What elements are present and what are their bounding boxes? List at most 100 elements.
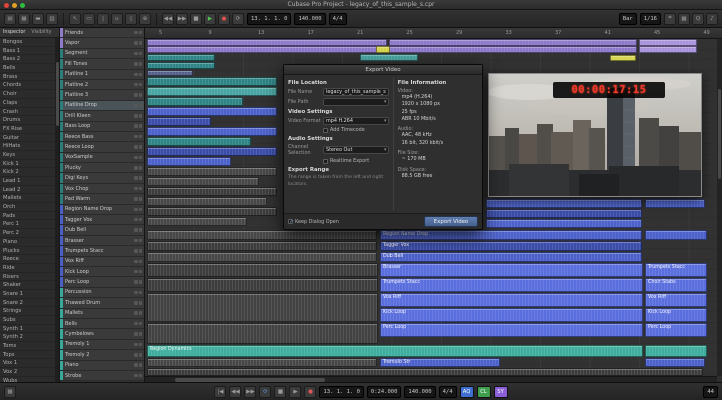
track-row[interactable]: Flatline 2: [60, 79, 144, 91]
solo-button[interactable]: [138, 269, 142, 274]
track-row[interactable]: Brasser: [60, 235, 144, 247]
arrange-event[interactable]: Perc Loop: [380, 323, 643, 337]
solo-button[interactable]: [138, 82, 142, 87]
arrange-event[interactable]: [645, 358, 705, 367]
arrange-event[interactable]: [147, 46, 387, 53]
record-button[interactable]: ●: [304, 385, 317, 398]
mute-button[interactable]: [134, 332, 138, 336]
arrange-event[interactable]: [147, 127, 277, 136]
track-row[interactable]: Flatline 1: [60, 69, 144, 80]
grid-type-display[interactable]: 1/16: [639, 12, 661, 25]
arrange-event[interactable]: [147, 117, 211, 126]
arrange-event[interactable]: [147, 293, 378, 322]
arrange-event[interactable]: [147, 252, 377, 262]
mute-button[interactable]: [134, 93, 138, 97]
mute-button[interactable]: [134, 249, 138, 253]
range-select-tool-icon[interactable]: ▭: [83, 12, 95, 25]
stop-icon[interactable]: ■: [190, 12, 202, 25]
solo-button[interactable]: [138, 280, 142, 284]
mute-button[interactable]: [134, 217, 138, 222]
arrange-event[interactable]: [610, 55, 636, 61]
arrange-event[interactable]: Tagger Vox: [380, 241, 642, 251]
track-row[interactable]: Segment: [60, 48, 144, 60]
mute-button[interactable]: [134, 41, 138, 45]
track-row[interactable]: Dub Bell: [60, 225, 144, 236]
track-row[interactable]: Fill Tones: [60, 59, 144, 70]
inspector-item[interactable]: Perc 1: [0, 220, 55, 230]
inspector-item[interactable]: Crash: [0, 108, 55, 117]
inspector-item[interactable]: Brass: [0, 73, 55, 82]
track-row[interactable]: Tremoly 2: [60, 350, 144, 361]
transport-tempo-display[interactable]: 140.000: [404, 385, 436, 398]
arrange-event[interactable]: [147, 241, 377, 251]
arrange-event[interactable]: [639, 39, 697, 46]
inspector-item[interactable]: Plucks: [0, 247, 55, 256]
tab-inspector[interactable]: Inspector: [0, 30, 28, 35]
track-row[interactable]: Friends: [60, 28, 144, 39]
arrange-event[interactable]: [645, 199, 705, 208]
inspector-item[interactable]: Kick 2: [0, 168, 55, 177]
mute-button[interactable]: [134, 103, 138, 108]
inspector-item[interactable]: Mallets: [0, 194, 55, 204]
solo-button[interactable]: [138, 342, 142, 347]
arrange-event[interactable]: [147, 87, 277, 96]
inspector-item[interactable]: Reece: [0, 255, 55, 264]
mute-button[interactable]: [134, 176, 138, 180]
inspector-item[interactable]: Ride: [0, 264, 55, 273]
arrange-event[interactable]: [147, 157, 231, 166]
arrange-event[interactable]: Brasser: [380, 263, 643, 277]
solo-button[interactable]: [138, 41, 142, 45]
auto-quantize-toggle[interactable]: AQ: [459, 385, 474, 398]
inspector-item[interactable]: Lead 1: [0, 177, 55, 186]
arrange-event[interactable]: [486, 199, 642, 208]
cycle-icon[interactable]: ⟳: [232, 12, 244, 25]
mute-button[interactable]: [134, 342, 138, 347]
mute-button[interactable]: [134, 134, 138, 139]
arrange-event[interactable]: [147, 39, 387, 46]
arrange-event[interactable]: [147, 70, 193, 76]
solo-button[interactable]: [138, 290, 142, 295]
mute-button[interactable]: [134, 228, 138, 232]
solo-button[interactable]: [138, 166, 142, 170]
inspector-item[interactable]: Bongos: [0, 38, 55, 47]
file-name-input[interactable]: legacy_of_this_sample_s: [323, 88, 389, 96]
arrange-event[interactable]: Trumpets Stacc: [645, 263, 707, 277]
arrange-event[interactable]: [147, 323, 378, 344]
arrange-event[interactable]: [147, 358, 377, 367]
solo-button[interactable]: [138, 373, 142, 378]
split-tool-icon[interactable]: |: [97, 12, 109, 25]
track-row[interactable]: Trumpets Stacc: [60, 246, 144, 257]
arrange-event[interactable]: [147, 263, 378, 277]
track-row[interactable]: Reece Loop: [60, 142, 144, 153]
track-row[interactable]: Tremoly 1: [60, 339, 144, 351]
arrange-event[interactable]: [360, 54, 418, 61]
track-row[interactable]: Plucky: [60, 163, 144, 174]
arrange-event[interactable]: [389, 39, 637, 46]
arrange-event[interactable]: [147, 217, 247, 226]
solo-button[interactable]: [138, 114, 142, 118]
arrange-event[interactable]: Kick Loop: [645, 308, 707, 322]
arrange-event[interactable]: Region Dynamics: [147, 345, 643, 357]
solo-button[interactable]: [138, 62, 142, 66]
track-row[interactable]: Flatline 3: [60, 90, 144, 101]
inspector-item[interactable]: HiHats: [0, 142, 55, 151]
inspector-toggle-icon[interactable]: ▤: [4, 12, 16, 25]
inspector-item[interactable]: Subs: [0, 316, 55, 325]
track-row[interactable]: Tagger Vox: [60, 215, 144, 226]
track-row[interactable]: Percussion: [60, 287, 144, 299]
time-signature-display[interactable]: 4/4: [328, 12, 347, 25]
inspector-item[interactable]: Bass 2: [0, 55, 55, 65]
inspector-item[interactable]: Keys: [0, 151, 55, 160]
solo-button[interactable]: [138, 155, 142, 160]
forward-icon[interactable]: ▶▶: [176, 12, 188, 25]
mute-button[interactable]: [134, 51, 138, 56]
arrange-event[interactable]: [147, 147, 277, 156]
goto-start-button[interactable]: |◀: [214, 385, 227, 398]
solo-button[interactable]: [138, 259, 142, 264]
track-row[interactable]: Kick Loop: [60, 266, 144, 278]
arrange-event[interactable]: [147, 207, 277, 216]
inspector-item[interactable]: Vox 2: [0, 368, 55, 377]
keep-dialog-open-checkbox[interactable]: [288, 219, 293, 225]
inspector-item[interactable]: Drums: [0, 116, 55, 125]
arrange-event[interactable]: [389, 46, 637, 53]
